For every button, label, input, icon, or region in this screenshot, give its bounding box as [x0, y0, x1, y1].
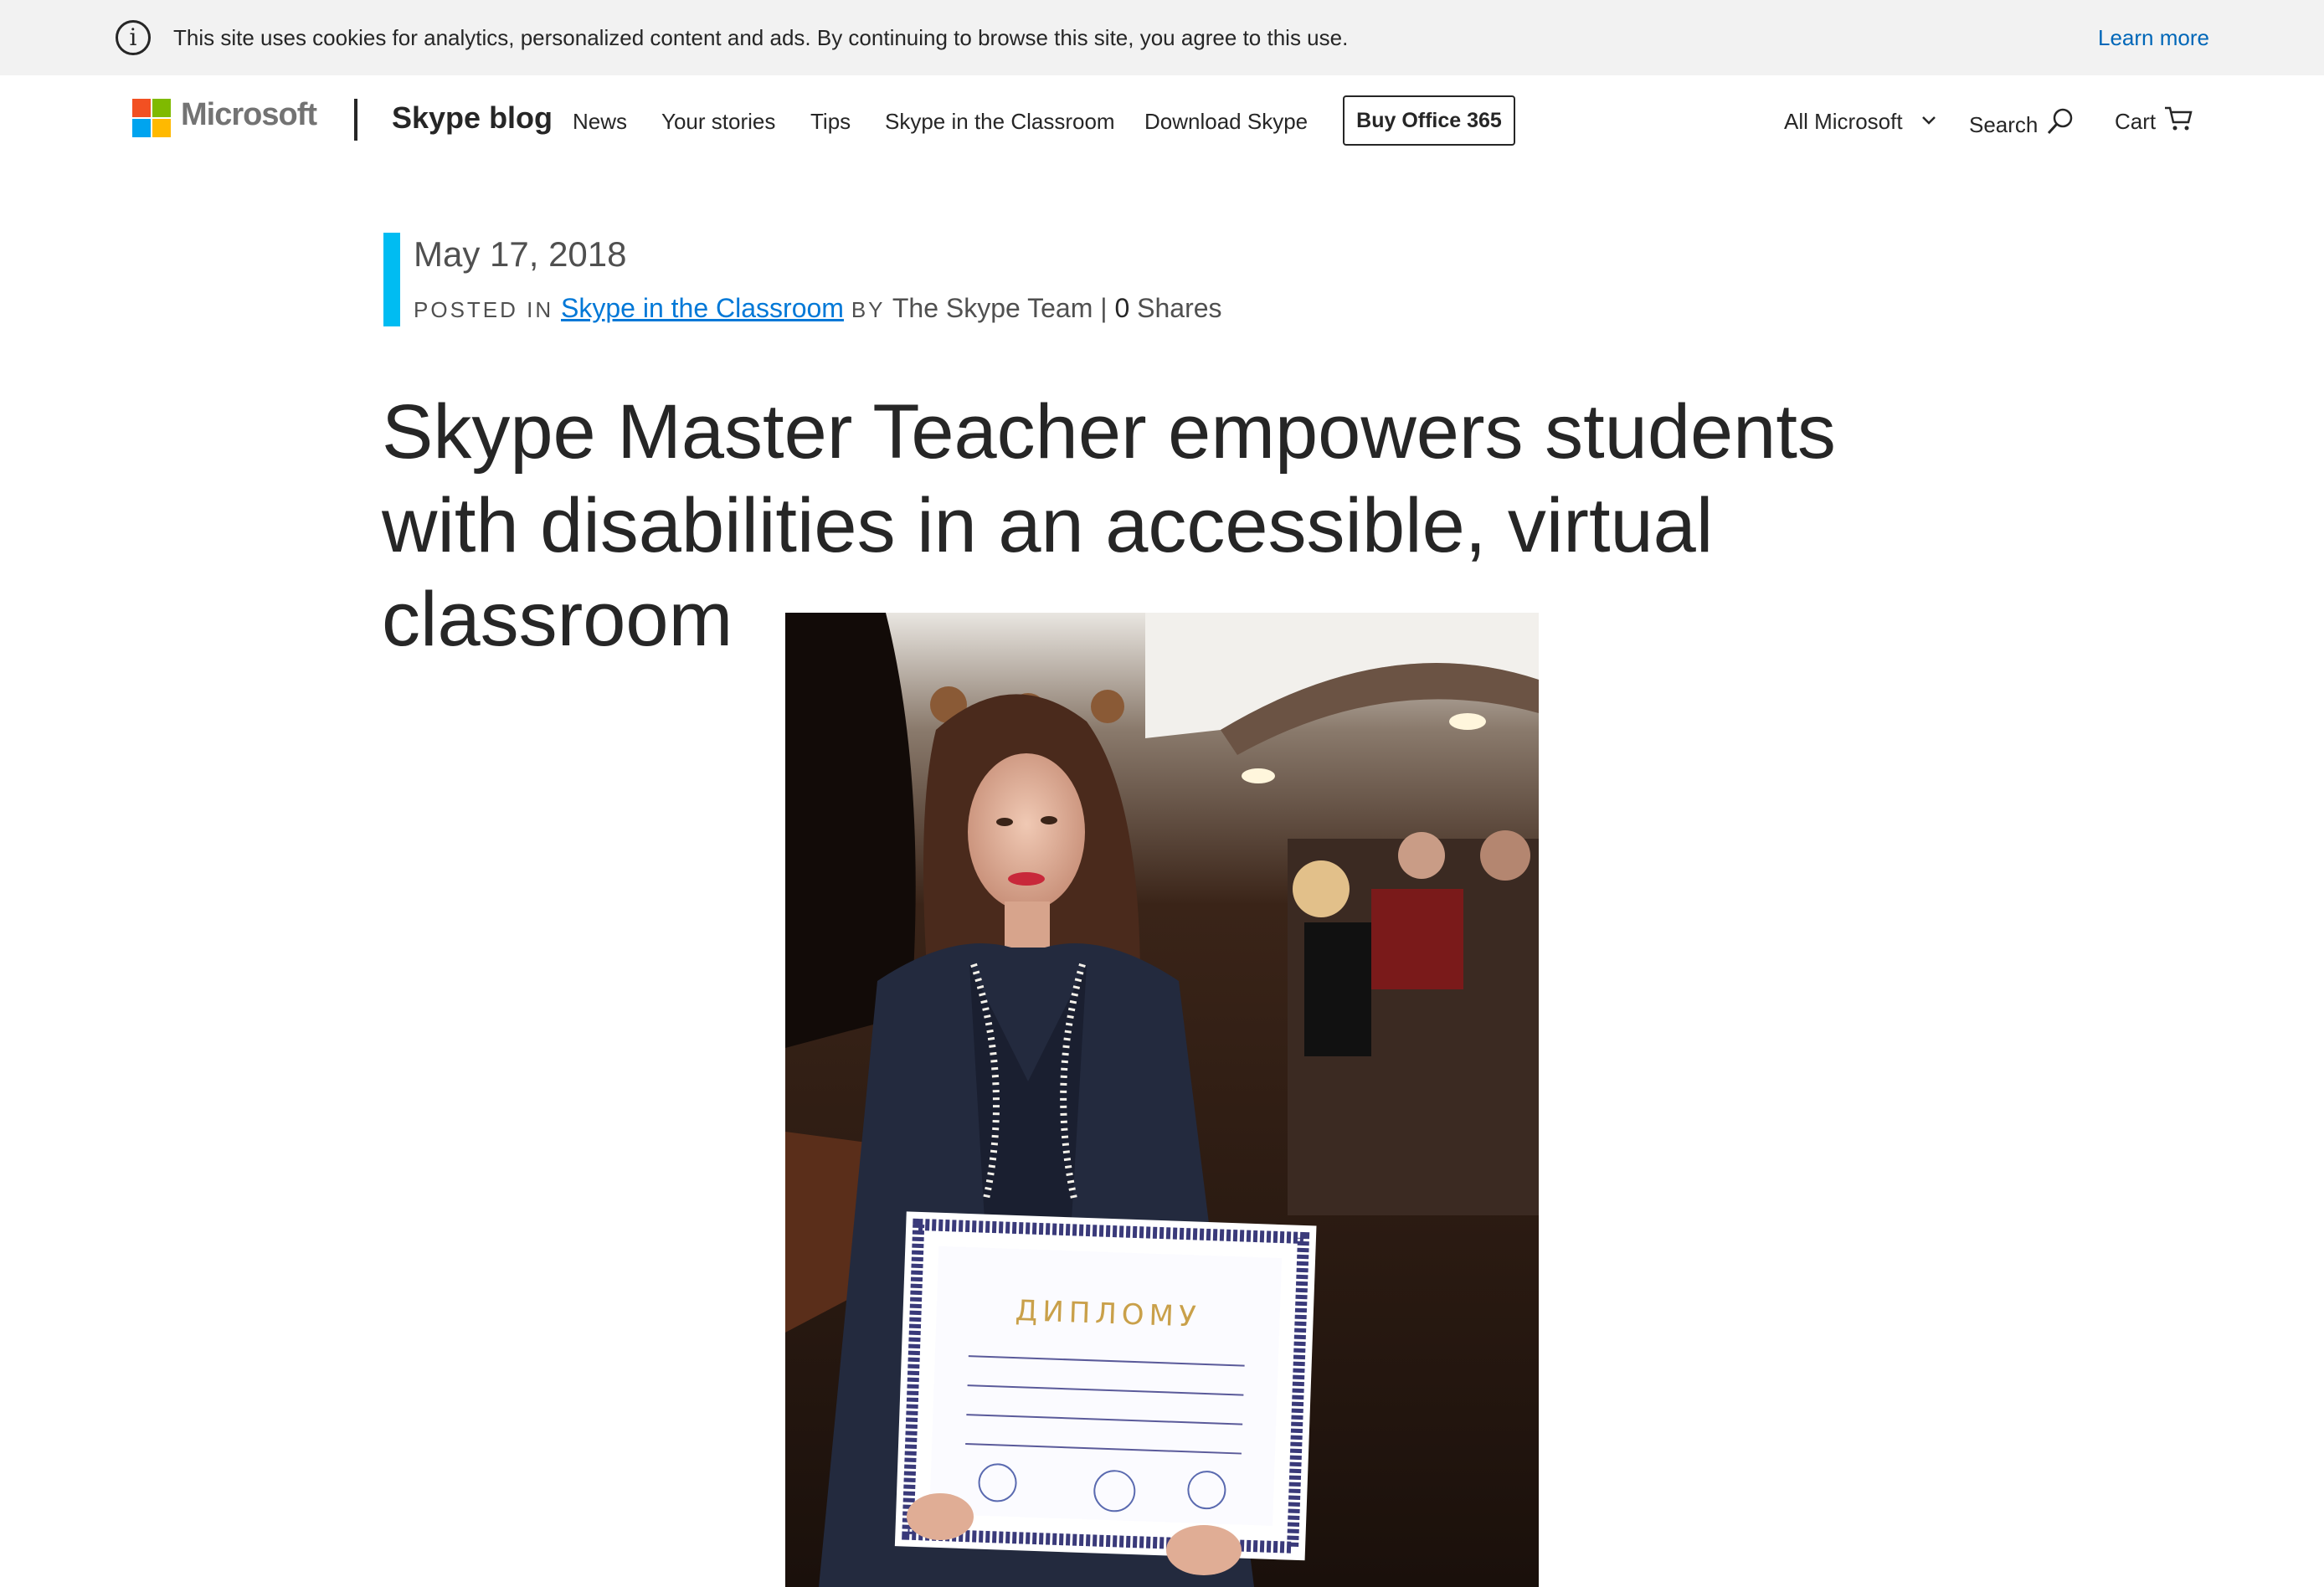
accent-bar [383, 233, 400, 326]
brand-divider [354, 99, 357, 141]
buy-office-365-button[interactable]: Buy Office 365 [1343, 95, 1515, 146]
all-microsoft-menu[interactable]: All Microsoft [1784, 109, 1903, 135]
share-count: 0 [1114, 293, 1130, 323]
post-meta: POSTED IN Skype in the Classroom BY The … [414, 293, 1222, 324]
diploma-heading: ДИПЛОМУ [1015, 1294, 1201, 1334]
site-header: Microsoft Skype blog News Your stories T… [0, 75, 2324, 167]
by-label: BY [851, 297, 886, 322]
shares-label: Shares [1137, 293, 1222, 323]
nav-tips[interactable]: Tips [810, 109, 851, 135]
cookie-message: This site uses cookies for analytics, pe… [173, 25, 1349, 50]
category-link[interactable]: Skype in the Classroom [561, 293, 844, 323]
search-button[interactable]: Search [1969, 112, 2038, 138]
search-icon[interactable] [2046, 107, 2075, 136]
author-name: The Skype Team [892, 293, 1093, 323]
meta-separator: | [1100, 293, 1108, 323]
blog-title-link[interactable]: Skype blog [392, 100, 553, 136]
post-date: May 17, 2018 [414, 234, 627, 274]
microsoft-wordmark[interactable]: Microsoft [181, 97, 317, 133]
nav-news[interactable]: News [573, 109, 627, 135]
microsoft-logo-icon[interactable] [132, 99, 172, 139]
cart-icon[interactable] [2164, 105, 2193, 132]
nav-download-skype[interactable]: Download Skype [1144, 109, 1308, 135]
cookie-banner: i This site uses cookies for analytics, … [0, 0, 2324, 75]
info-icon: i [116, 20, 151, 55]
nav-skype-in-the-classroom[interactable]: Skype in the Classroom [885, 109, 1115, 135]
nav-your-stories[interactable]: Your stories [661, 109, 775, 135]
learn-more-link[interactable]: Learn more [2098, 25, 2209, 51]
chevron-down-icon [1922, 116, 1936, 125]
cart-link[interactable]: Cart [2115, 109, 2156, 135]
posted-in-label: POSTED IN [414, 297, 554, 322]
hero-image: ДИПЛОМУ [785, 613, 1539, 1587]
